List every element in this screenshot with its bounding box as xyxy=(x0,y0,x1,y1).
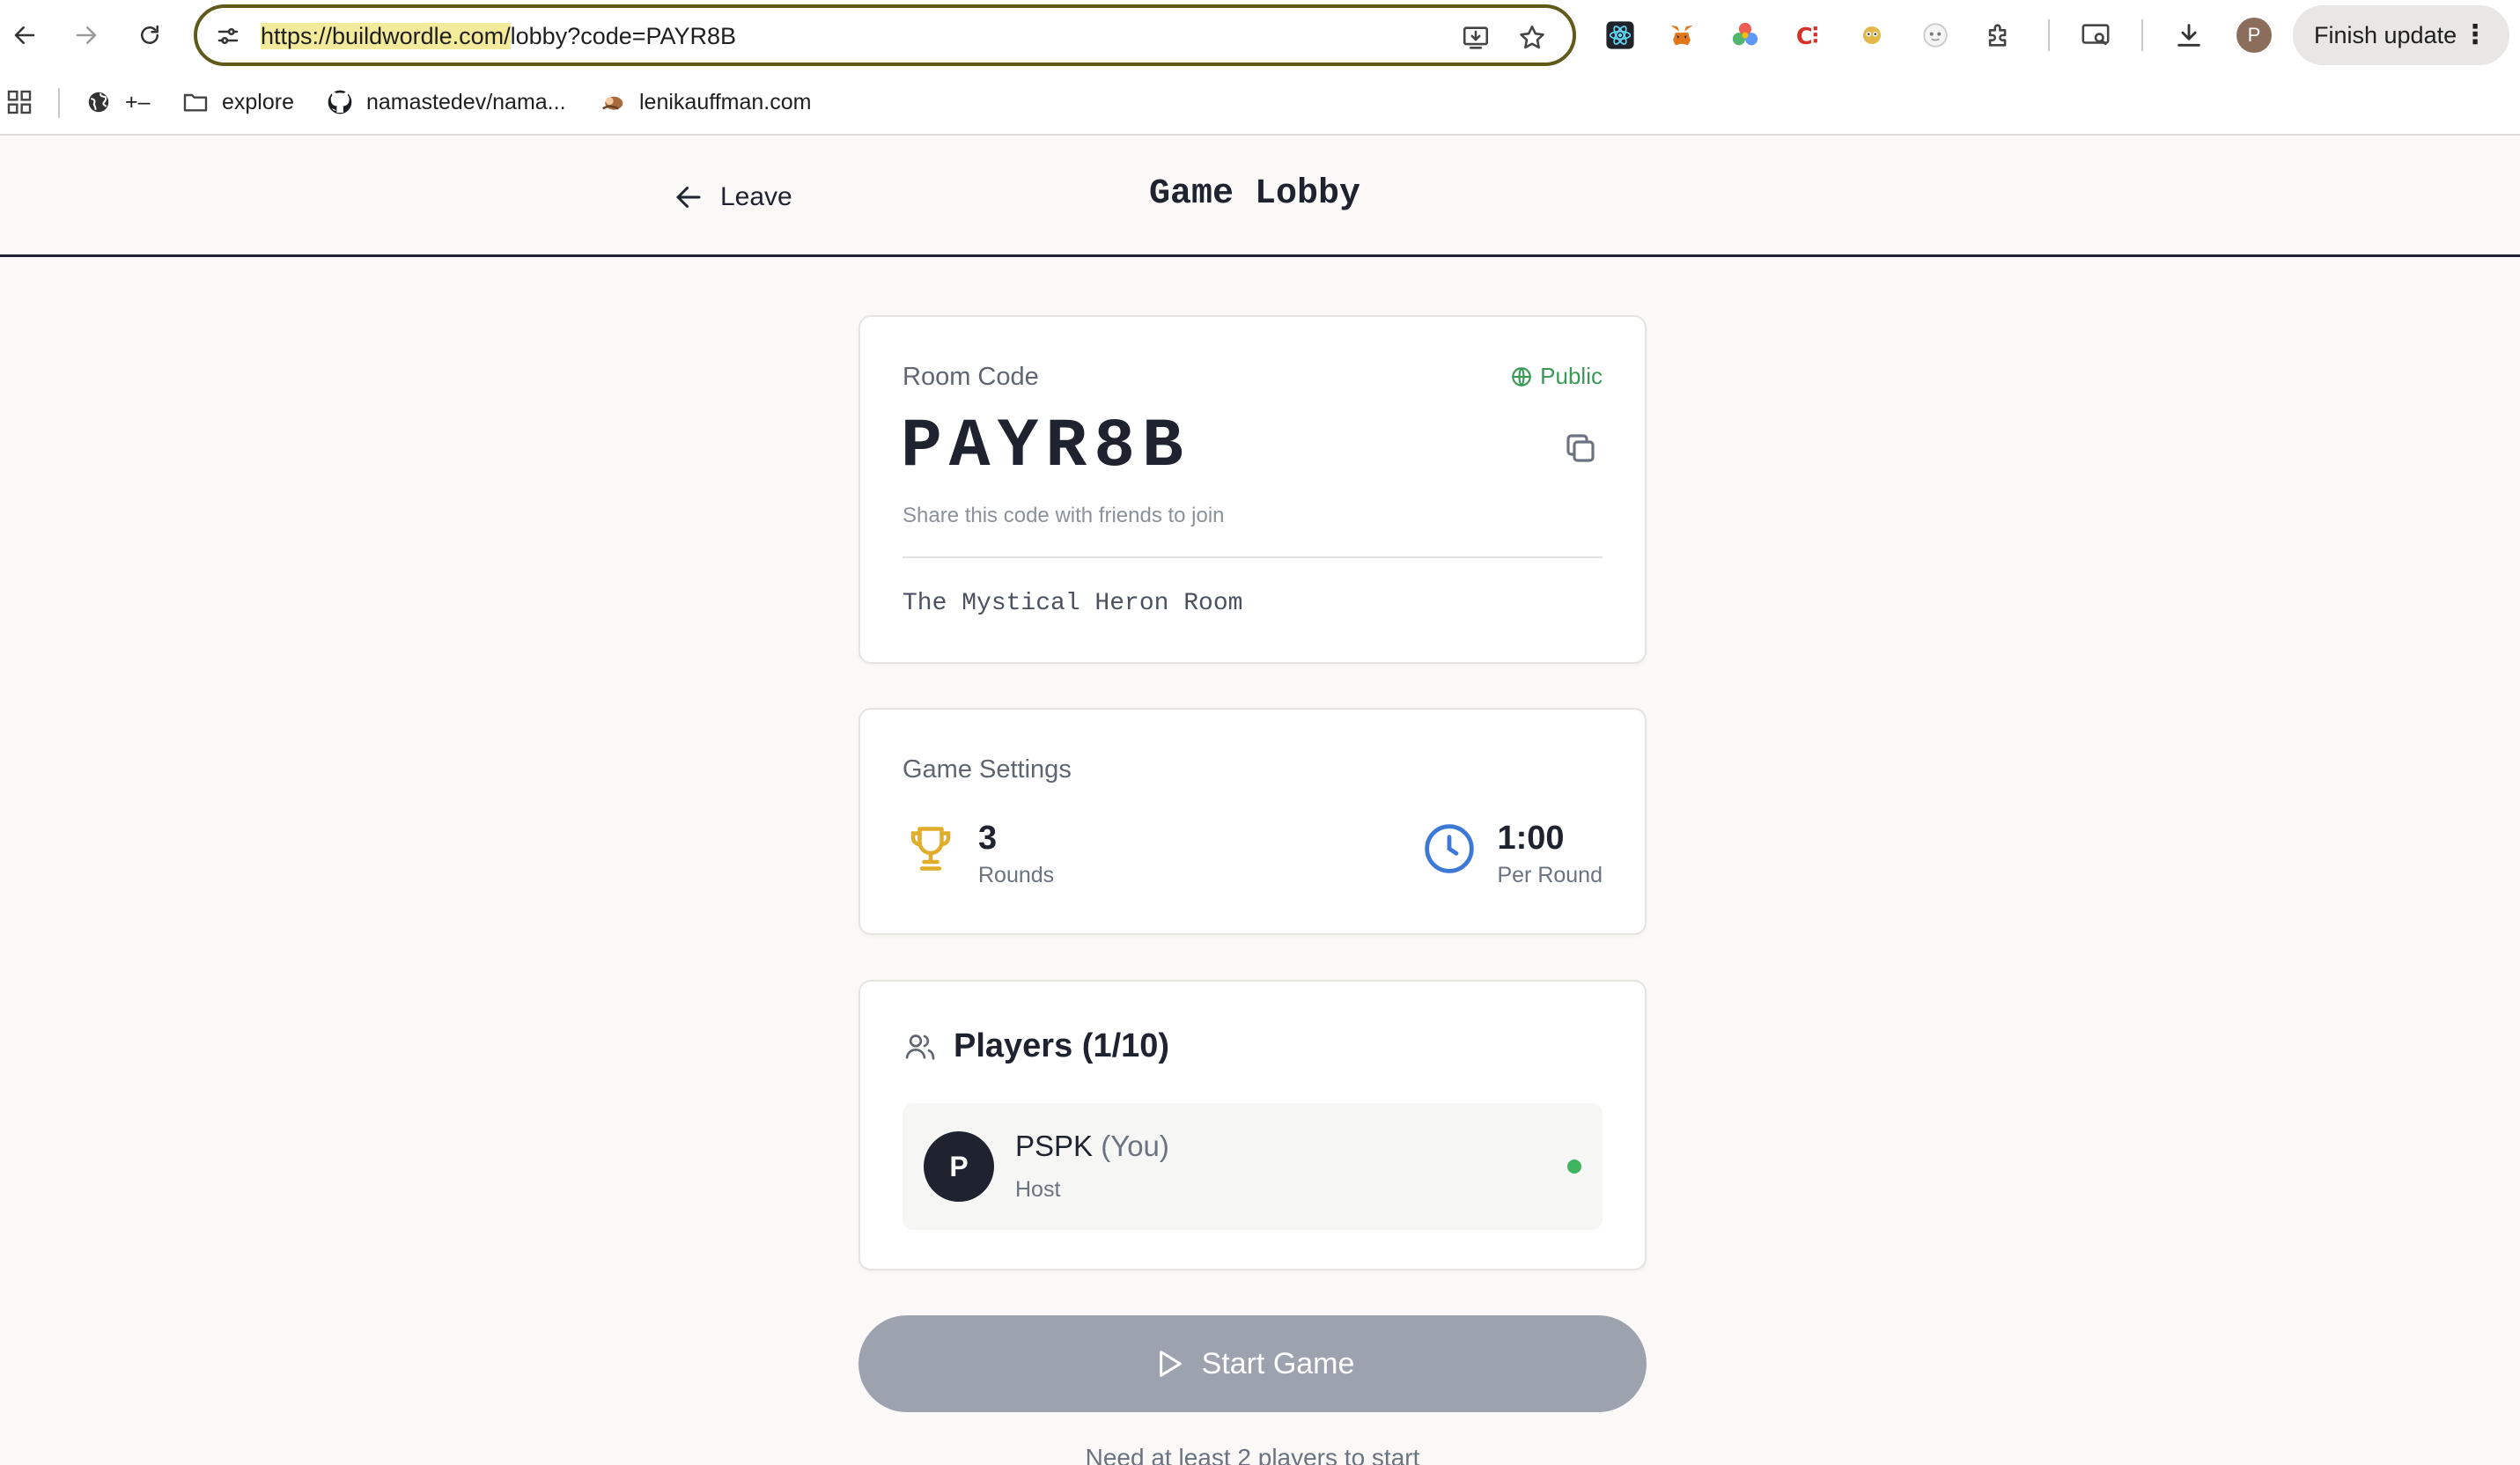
time-unit: Per Round xyxy=(1497,863,1603,887)
public-badge: Public xyxy=(1510,363,1603,390)
players-header: Players (1/10) xyxy=(903,1027,1169,1065)
finish-update-button[interactable]: Finish update ⋮ xyxy=(2293,5,2509,65)
bookmarks-divider xyxy=(58,88,60,118)
time-stat: 1:00 Per Round xyxy=(1421,821,1603,888)
extension-c-icon[interactable]: C xyxy=(1791,18,1826,53)
bookmark-item[interactable]: +– xyxy=(85,85,151,120)
rounds-unit: Rounds xyxy=(978,863,1055,887)
arrow-left-icon xyxy=(676,187,701,208)
profile-avatar[interactable]: P xyxy=(2236,18,2272,53)
site-favicon xyxy=(599,88,627,116)
search-tabs-icon[interactable] xyxy=(2078,18,2113,53)
download-icon[interactable] xyxy=(2171,18,2207,53)
globe-icon xyxy=(1512,366,1532,386)
svg-text:C: C xyxy=(1796,24,1813,50)
back-button[interactable] xyxy=(4,14,46,56)
game-settings-card: Game Settings 3 Rounds 1:00 Per Round xyxy=(858,708,1647,935)
copy-code-button[interactable] xyxy=(1558,426,1603,470)
players-card: Players (1/10) P PSPK (You) Host xyxy=(858,980,1647,1270)
url-text[interactable]: https://buildwordle.com/lobby?code=PAYR8… xyxy=(261,20,736,52)
color-picker-icon[interactable] xyxy=(1728,18,1763,53)
players-title: Players (1/10) xyxy=(954,1027,1170,1064)
rounds-value: 3 xyxy=(978,820,998,857)
play-icon xyxy=(1159,1351,1182,1377)
arrow-left-icon xyxy=(14,26,35,44)
bookmark-folder-explore[interactable]: explore xyxy=(181,85,294,120)
page-title: Game Lobby xyxy=(1148,174,1361,214)
trophy-icon xyxy=(903,821,959,877)
room-code: PAYR8B xyxy=(901,409,1190,486)
copy-icon xyxy=(1566,434,1595,462)
address-bar[interactable]: https://buildwordle.com/lobby?code=PAYR8… xyxy=(194,4,1576,66)
install-app-icon[interactable] xyxy=(1458,20,1493,55)
bookmark-item[interactable]: namastedev/nama... xyxy=(326,85,566,120)
apps-grid-icon[interactable] xyxy=(5,85,33,120)
bookmarks-bar: +– explore namastedev/nama... lenikauffm… xyxy=(0,72,2520,136)
start-hint: Need at least 2 players to start xyxy=(1085,1444,1420,1465)
player-list-item: P PSPK (You) Host xyxy=(903,1103,1603,1230)
room-code-label: Room Code xyxy=(903,363,1039,391)
start-game-button[interactable]: Start Game xyxy=(858,1315,1647,1412)
player-name: PSPK (You) xyxy=(1015,1130,1169,1162)
extension-owl-icon[interactable] xyxy=(1854,18,1890,53)
arrow-right-icon xyxy=(76,26,97,44)
share-hint: Share this code with friends to join xyxy=(903,504,1225,527)
player-role: Host xyxy=(1015,1177,1061,1202)
more-vert-icon: ⋮ xyxy=(2462,20,2488,49)
toolbar-divider xyxy=(2141,19,2143,51)
forward-button[interactable] xyxy=(65,14,107,56)
users-icon xyxy=(905,1034,935,1060)
divider xyxy=(903,556,1603,558)
room-name: The Mystical Heron Room xyxy=(903,590,1243,617)
room-code-card: Room Code Public PAYR8B Share this code … xyxy=(858,315,1647,664)
clock-icon xyxy=(1421,821,1477,877)
browser-toolbar: https://buildwordle.com/lobby?code=PAYR8… xyxy=(0,0,2520,72)
online-status-dot xyxy=(1567,1159,1581,1174)
extension-face-icon[interactable] xyxy=(1918,18,1953,53)
site-info-icon[interactable] xyxy=(213,21,243,51)
bookmark-item[interactable]: lenikauffman.com xyxy=(599,85,811,120)
react-devtools-icon[interactable] xyxy=(1603,18,1638,53)
folder-icon xyxy=(181,88,210,116)
page-header: Leave Game Lobby xyxy=(0,137,2520,257)
metamask-icon[interactable] xyxy=(1664,18,1699,53)
time-value: 1:00 xyxy=(1497,820,1565,857)
github-icon xyxy=(326,88,354,116)
bookmark-star-icon[interactable] xyxy=(1514,20,1550,55)
globe-icon xyxy=(85,88,113,116)
rounds-stat: 3 Rounds xyxy=(903,821,1054,888)
you-tag: (You) xyxy=(1101,1130,1169,1162)
avatar: P xyxy=(924,1131,994,1202)
extensions-puzzle-icon[interactable] xyxy=(1981,18,2016,53)
reload-button[interactable] xyxy=(129,14,171,56)
game-settings-label: Game Settings xyxy=(903,755,1072,784)
leave-button[interactable]: Leave xyxy=(673,176,792,218)
reload-icon xyxy=(141,25,158,44)
toolbar-divider xyxy=(2048,19,2050,51)
